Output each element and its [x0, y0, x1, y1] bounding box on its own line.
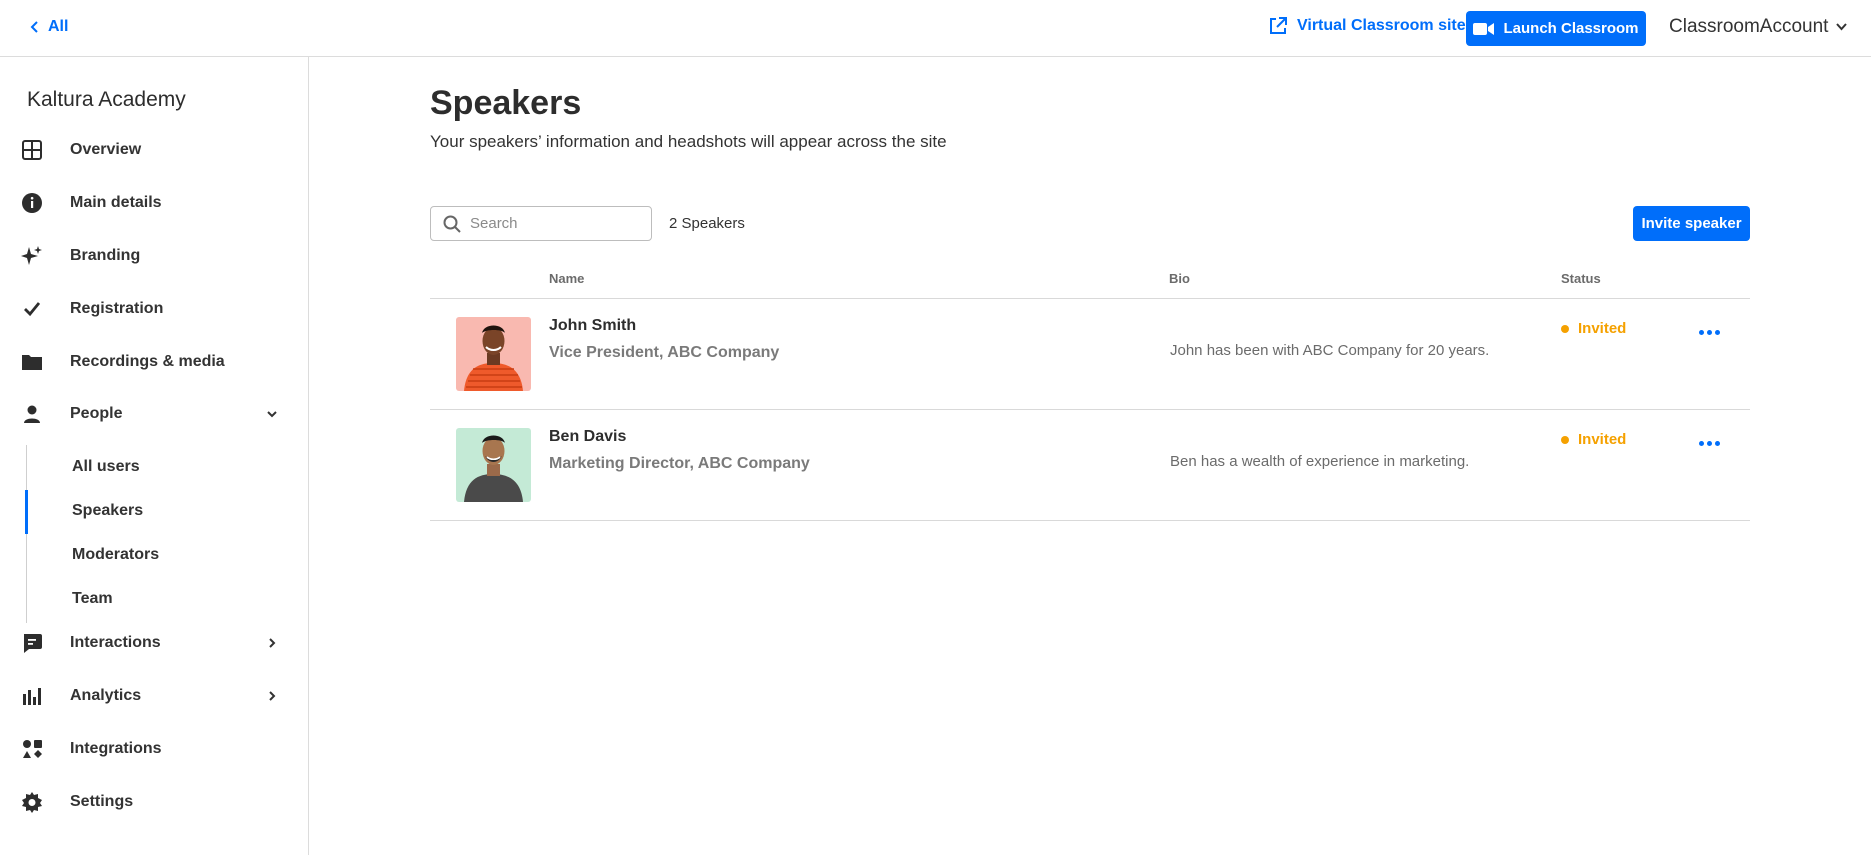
speaker-role: Vice President, ABC Company	[549, 344, 780, 361]
launch-classroom-label: Launch Classroom	[1503, 20, 1639, 37]
external-link-icon	[1270, 17, 1287, 34]
sparkle-icon	[20, 244, 44, 268]
page-title: Speakers	[430, 84, 582, 122]
video-camera-icon	[1473, 22, 1495, 35]
bar-chart-icon	[20, 684, 44, 708]
speaker-bio: Ben has a wealth of experience in market…	[1170, 453, 1470, 470]
sidebar-item-label: Recordings & media	[70, 353, 225, 370]
column-header-name: Name	[549, 271, 585, 286]
sidebar-subitem-moderators[interactable]: Moderators	[72, 546, 159, 564]
invite-speaker-button[interactable]: Invite speaker	[1633, 206, 1750, 241]
status-dot-icon	[1561, 435, 1569, 444]
gear-icon	[20, 790, 44, 814]
search-box[interactable]	[430, 206, 652, 241]
subnav-line	[26, 445, 27, 623]
dot-icon	[1706, 440, 1712, 446]
avatar	[456, 428, 531, 502]
account-name: ClassroomAccount	[1669, 16, 1829, 37]
status-dot-icon	[1561, 324, 1569, 333]
column-header-bio: Bio	[1169, 271, 1190, 286]
launch-classroom-button[interactable]: Launch Classroom	[1466, 11, 1646, 46]
chevron-right-icon	[269, 691, 276, 701]
dot-icon	[1698, 329, 1704, 335]
virtual-classroom-label: Virtual Classroom site	[1297, 17, 1466, 34]
sidebar-item-registration[interactable]: Registration	[0, 289, 309, 329]
status-badge: Invited	[1561, 320, 1626, 337]
sidebar-item-settings[interactable]: Settings	[0, 782, 309, 822]
chevron-right-icon	[269, 638, 276, 648]
search-input[interactable]	[470, 215, 630, 232]
speaker-name: John Smith	[549, 317, 637, 334]
sidebar-item-label: Interactions	[70, 634, 161, 651]
check-icon	[20, 297, 44, 321]
virtual-classroom-site-link[interactable]: Virtual Classroom site	[1268, 16, 1466, 36]
table-row: Ben Davis Marketing Director, ABC Compan…	[430, 410, 1750, 521]
folder-icon	[20, 350, 44, 374]
account-menu[interactable]: ClassroomAccount	[1669, 16, 1848, 38]
sidebar-item-overview[interactable]: Overview	[0, 130, 309, 170]
sidebar-subitem-team[interactable]: Team	[72, 590, 113, 608]
speaker-role: Marketing Director, ABC Company	[549, 455, 810, 472]
info-icon	[20, 191, 44, 215]
column-header-status: Status	[1561, 271, 1601, 286]
org-name: Kaltura Academy	[27, 88, 186, 111]
status-label: Invited	[1578, 320, 1627, 337]
dot-icon	[1714, 440, 1720, 446]
sidebar-item-label: Main details	[70, 194, 162, 211]
sidebar-item-analytics[interactable]: Analytics	[0, 676, 309, 716]
sidebar-subitem-speakers[interactable]: Speakers	[72, 502, 143, 520]
speaker-name: Ben Davis	[549, 428, 627, 445]
chat-icon	[20, 631, 44, 655]
back-all-link[interactable]: All	[30, 18, 68, 36]
subnav-active-indicator	[25, 490, 28, 534]
status-badge: Invited	[1561, 431, 1626, 448]
sidebar-item-label: People	[70, 405, 123, 422]
sidebar-item-label: Registration	[70, 300, 164, 317]
speaker-count: 2 Speakers	[669, 215, 745, 232]
back-label: All	[48, 18, 69, 35]
sidebar-item-interactions[interactable]: Interactions	[0, 623, 309, 663]
table-row: John Smith Vice President, ABC Company J…	[430, 299, 1750, 410]
search-icon	[443, 215, 461, 233]
top-bar: All Virtual Classroom site Launch Classr…	[0, 0, 1871, 57]
sidebar-item-people[interactable]: People	[0, 394, 309, 434]
integrations-icon	[20, 737, 44, 761]
sidebar-item-label: Overview	[70, 141, 142, 158]
dot-icon	[1706, 329, 1712, 335]
status-label: Invited	[1578, 431, 1627, 448]
sidebar-item-branding[interactable]: Branding	[0, 236, 309, 276]
grid-icon	[20, 138, 44, 162]
more-options-button[interactable]	[1696, 435, 1722, 451]
avatar	[456, 317, 531, 391]
chevron-down-icon	[1836, 23, 1848, 31]
sidebar: Kaltura Academy Overview Main details Br…	[0, 57, 309, 855]
sidebar-item-main-details[interactable]: Main details	[0, 183, 309, 223]
table-divider	[430, 520, 1750, 521]
chevron-left-icon	[30, 21, 38, 33]
sidebar-subitem-all-users[interactable]: All users	[72, 458, 140, 476]
sidebar-item-recordings-media[interactable]: Recordings & media	[0, 342, 309, 382]
dot-icon	[1714, 329, 1720, 335]
sidebar-item-label: Branding	[70, 247, 141, 264]
sidebar-item-label: Integrations	[70, 740, 162, 757]
person-icon	[20, 402, 44, 426]
chevron-down-icon	[267, 411, 277, 418]
sidebar-item-label: Analytics	[70, 687, 142, 704]
more-options-button[interactable]	[1696, 324, 1722, 340]
page-subtitle: Your speakers’ information and headshots…	[430, 132, 947, 151]
dot-icon	[1698, 440, 1704, 446]
sidebar-item-label: Settings	[70, 793, 134, 810]
speaker-bio: John has been with ABC Company for 20 ye…	[1170, 342, 1490, 359]
sidebar-item-integrations[interactable]: Integrations	[0, 729, 309, 769]
